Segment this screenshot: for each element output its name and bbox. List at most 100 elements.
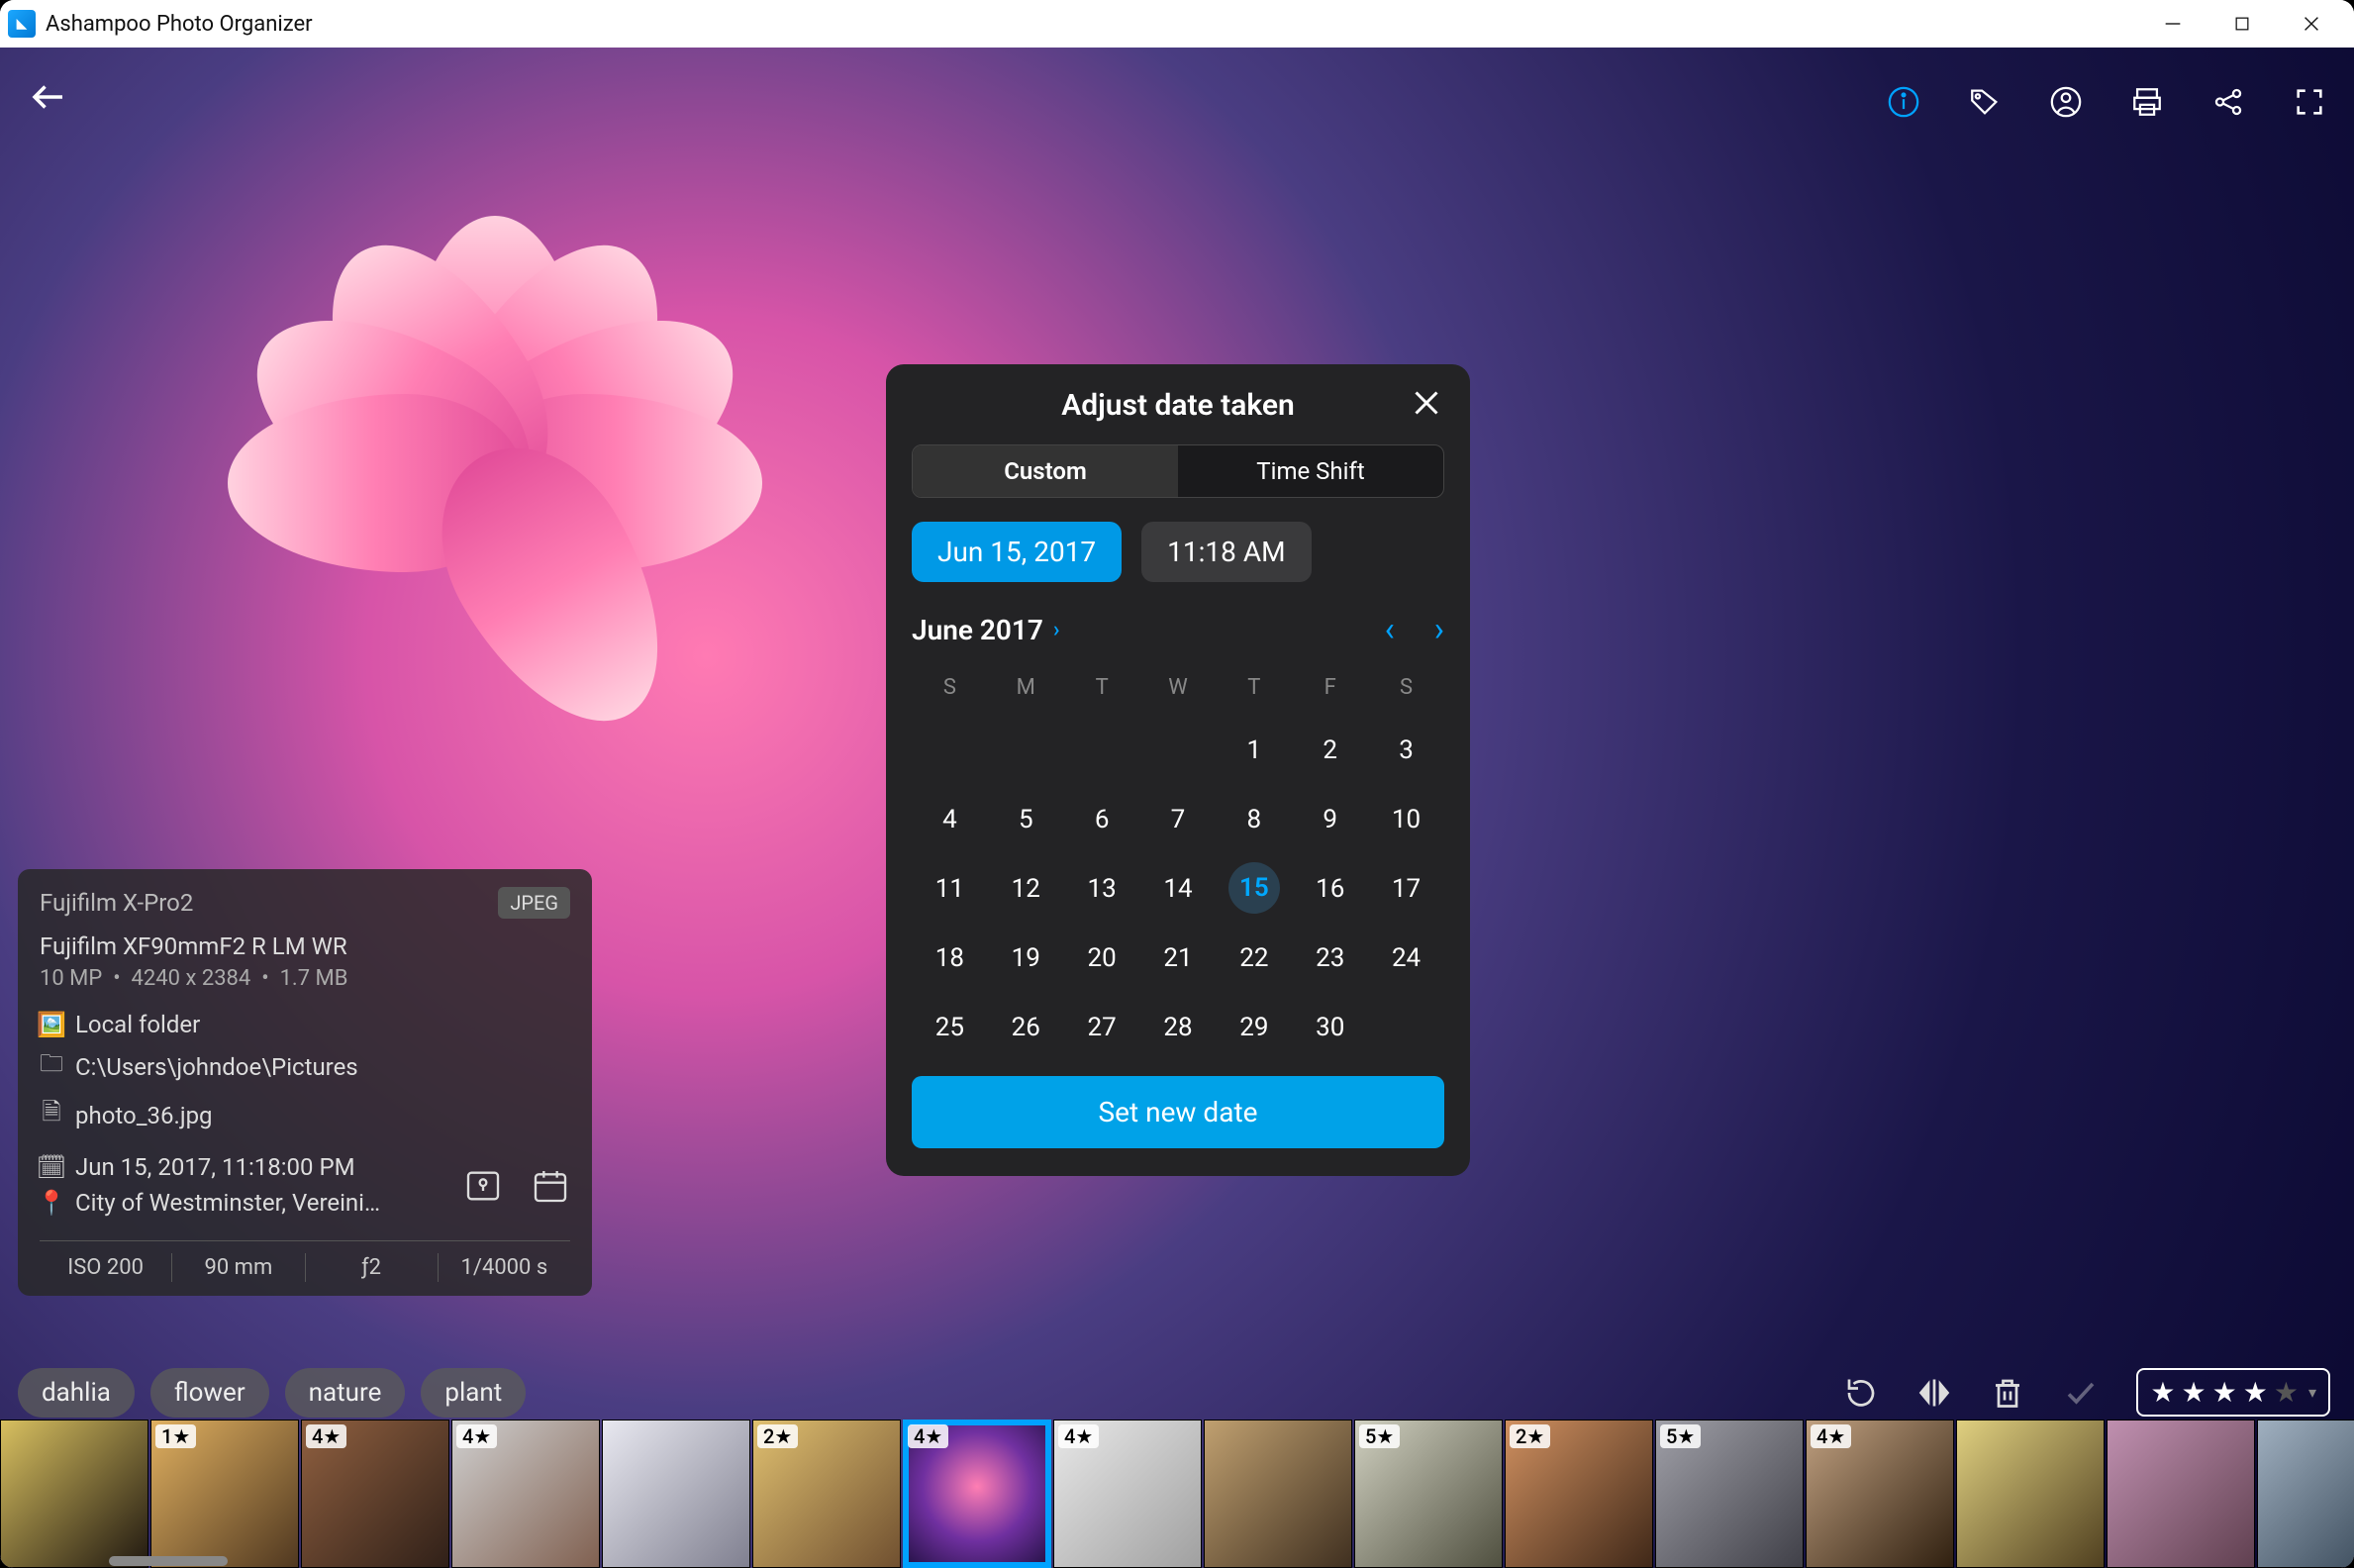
calendar-day[interactable]: 26 <box>988 1001 1064 1054</box>
folder-path-row: 🗀 C:\Users\johndoe\Pictures <box>40 1046 570 1087</box>
calendar-day[interactable]: 9 <box>1292 793 1368 846</box>
delete-icon[interactable] <box>1990 1375 2025 1411</box>
thumbnail[interactable] <box>2107 1420 2255 1568</box>
file-icon: 🗎 <box>40 1095 63 1135</box>
calendar-day[interactable]: 10 <box>1368 793 1444 846</box>
star-icon[interactable]: ★ <box>2274 1376 2299 1409</box>
thumbnail[interactable]: 4★ <box>1806 1420 1954 1568</box>
thumbnail[interactable]: 4★ <box>1053 1420 1202 1568</box>
thumb-rating-badge: 2★ <box>1510 1424 1550 1448</box>
calendar-day[interactable]: 23 <box>1292 931 1368 985</box>
window-minimize-button[interactable] <box>2138 0 2207 48</box>
calendar-day[interactable]: 30 <box>1292 1001 1368 1054</box>
calendar-day[interactable]: 3 <box>1368 724 1444 777</box>
calendar-day[interactable]: 1 <box>1216 724 1292 777</box>
set-date-button[interactable]: Set new date <box>912 1076 1444 1148</box>
calendar-day[interactable]: 25 <box>912 1001 988 1054</box>
app-icon: ◣ <box>8 10 36 38</box>
calendar-day[interactable]: 15 <box>1228 862 1280 914</box>
calendar-weekday: S <box>1368 667 1444 708</box>
rating-control[interactable]: ★★★★★▾ <box>2136 1368 2330 1417</box>
calendar-day[interactable]: 16 <box>1292 862 1368 916</box>
shutter-value: 1/4000 s <box>439 1253 570 1282</box>
back-button[interactable] <box>28 76 69 128</box>
calendar-day[interactable]: 14 <box>1140 862 1217 916</box>
calendar-day[interactable]: 18 <box>912 931 988 985</box>
dialog-tabs: Custom Time Shift <box>912 444 1444 498</box>
calendar-day[interactable]: 19 <box>988 931 1064 985</box>
calendar-day[interactable]: 29 <box>1216 1001 1292 1054</box>
share-icon[interactable] <box>2211 85 2245 119</box>
calendar-day[interactable]: 13 <box>1064 862 1140 916</box>
calendar-day[interactable]: 5 <box>988 793 1064 846</box>
thumbnail[interactable]: 1★ <box>150 1420 299 1568</box>
filmstrip[interactable]: 1★4★4★2★4★4★5★2★5★4★ <box>0 1420 2354 1568</box>
thumbnail[interactable] <box>2257 1420 2354 1568</box>
tag-chip[interactable]: nature <box>285 1368 406 1418</box>
thumb-rating-badge: 4★ <box>306 1424 346 1448</box>
image-meta: 10 MP • 4240 x 2384 • 1.7 MB <box>40 966 570 991</box>
edit-date-button[interactable] <box>531 1166 570 1212</box>
chevron-down-icon[interactable]: ▾ <box>2308 1383 2316 1402</box>
calendar-weekday: T <box>1064 667 1140 708</box>
calendar-month[interactable]: June 2017 › <box>912 614 1060 646</box>
thumbnail[interactable]: 2★ <box>1505 1420 1653 1568</box>
thumbnail[interactable]: 5★ <box>1354 1420 1503 1568</box>
calendar-day[interactable]: 4 <box>912 793 988 846</box>
print-icon[interactable] <box>2130 85 2164 119</box>
window-close-button[interactable] <box>2277 0 2346 48</box>
lens-model: Fujifilm XF90mmF2 R LM WR <box>40 932 570 960</box>
calendar-day[interactable]: 17 <box>1368 862 1444 916</box>
tag-chip[interactable]: dahlia <box>18 1368 135 1418</box>
tag-icon[interactable] <box>1968 85 2002 119</box>
date-button[interactable]: Jun 15, 2017 <box>912 522 1122 582</box>
info-icon[interactable] <box>1887 85 1920 119</box>
calendar-day[interactable]: 27 <box>1064 1001 1140 1054</box>
filmstrip-scrollbar-thumb[interactable] <box>109 1556 228 1566</box>
location-row: 📍 City of Westminster, Vereini… <box>40 1189 436 1217</box>
calendar-next-button[interactable]: › <box>1434 610 1444 649</box>
tag-chip[interactable]: plant <box>421 1368 526 1418</box>
tab-custom[interactable]: Custom <box>913 445 1178 497</box>
calendar-prev-button[interactable]: ‹ <box>1385 610 1395 649</box>
tab-timeshift[interactable]: Time Shift <box>1178 445 1443 497</box>
thumbnail[interactable]: 4★ <box>301 1420 449 1568</box>
calendar-day[interactable]: 12 <box>988 862 1064 916</box>
dialog-close-button[interactable] <box>1409 384 1444 431</box>
tag-chip[interactable]: flower <box>150 1368 269 1418</box>
thumbnail[interactable]: 4★ <box>451 1420 600 1568</box>
thumb-rating-badge: 4★ <box>1058 1424 1099 1448</box>
calendar-day[interactable]: 22 <box>1216 931 1292 985</box>
fullscreen-icon[interactable] <box>2293 85 2326 119</box>
thumbnail[interactable] <box>0 1420 148 1568</box>
calendar-day[interactable]: 2 <box>1292 724 1368 777</box>
calendar-day[interactable]: 11 <box>912 862 988 916</box>
calendar-weekday: M <box>988 667 1064 708</box>
rotate-icon[interactable] <box>1843 1375 1879 1411</box>
map-button[interactable] <box>463 1166 503 1212</box>
person-icon[interactable] <box>2049 85 2083 119</box>
calendar-day[interactable]: 24 <box>1368 931 1444 985</box>
time-button[interactable]: 11:18 AM <box>1141 522 1311 582</box>
star-icon[interactable]: ★ <box>2150 1376 2175 1409</box>
calendar-day[interactable]: 7 <box>1140 793 1217 846</box>
thumbnail[interactable] <box>1956 1420 2105 1568</box>
thumbnail[interactable] <box>602 1420 750 1568</box>
calendar-day[interactable]: 28 <box>1140 1001 1217 1054</box>
calendar-day[interactable]: 6 <box>1064 793 1140 846</box>
star-icon[interactable]: ★ <box>2182 1376 2207 1409</box>
calendar-day[interactable]: 21 <box>1140 931 1217 985</box>
calendar-day[interactable]: 8 <box>1216 793 1292 846</box>
thumbnail[interactable]: 5★ <box>1655 1420 1804 1568</box>
thumb-rating-badge: 1★ <box>155 1424 196 1448</box>
calendar-weekday: S <box>912 667 988 708</box>
calendar-day[interactable]: 20 <box>1064 931 1140 985</box>
thumbnail[interactable]: 2★ <box>752 1420 901 1568</box>
flip-icon[interactable] <box>1916 1375 1952 1411</box>
window-maximize-button[interactable] <box>2207 0 2277 48</box>
star-icon[interactable]: ★ <box>2243 1376 2268 1409</box>
thumbnail[interactable] <box>1204 1420 1352 1568</box>
check-icon[interactable] <box>2063 1375 2099 1411</box>
thumbnail[interactable]: 4★ <box>903 1420 1051 1568</box>
star-icon[interactable]: ★ <box>2212 1376 2237 1409</box>
